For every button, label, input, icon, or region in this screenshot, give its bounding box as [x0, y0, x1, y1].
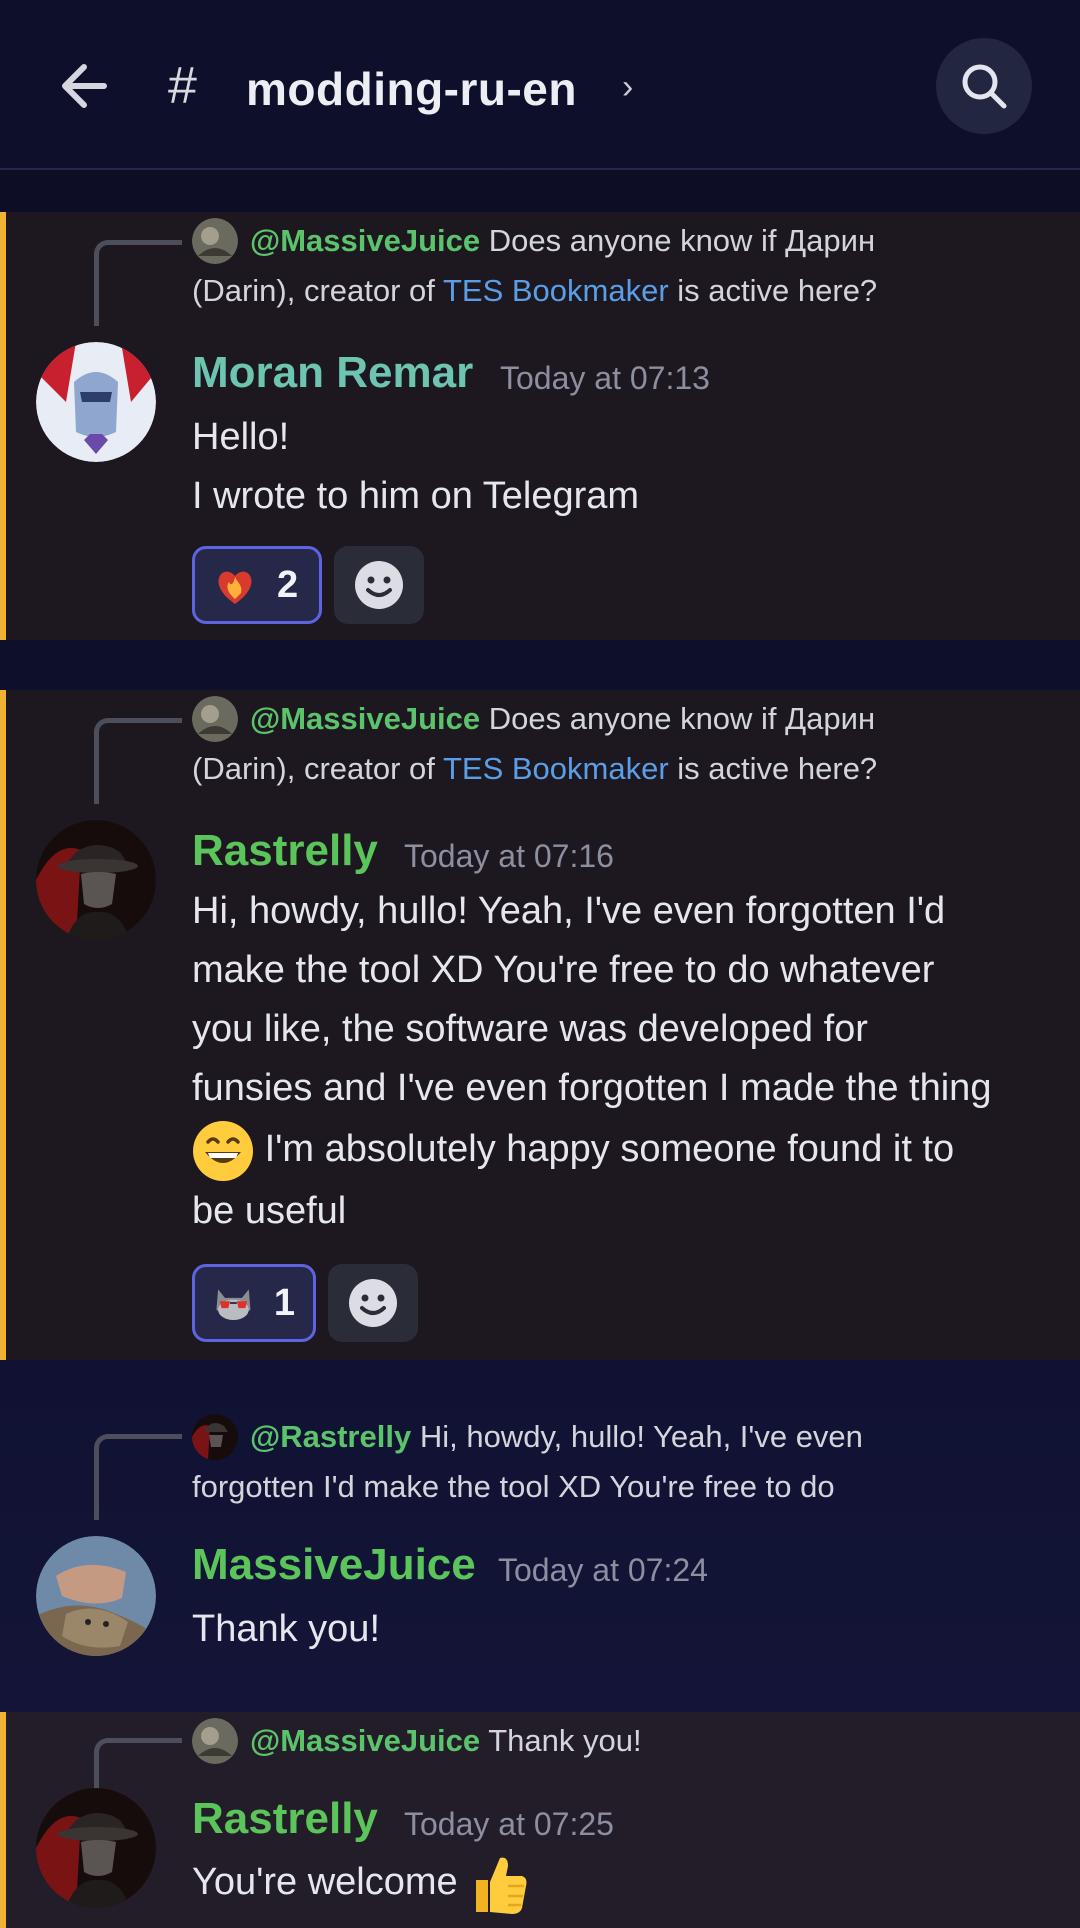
message-line: Hello!: [192, 416, 290, 458]
reply-text-a: Does anyone know if Дарин: [488, 223, 876, 258]
reply-link[interactable]: TES Bookmaker: [443, 751, 669, 786]
reaction-chip[interactable]: 1: [192, 1264, 316, 1342]
message-body: Hello! I wrote to him on Telegram: [192, 408, 1054, 526]
channel-hash-icon: #: [168, 57, 197, 115]
reply-connector: [94, 1434, 182, 1520]
reply-text-c: is active here?: [677, 751, 878, 786]
timestamp: Today at 07:24: [498, 1552, 708, 1588]
message-line: Hi, howdy, hullo! Yeah, I've even forgot…: [192, 890, 946, 932]
add-reaction-button[interactable]: [328, 1264, 418, 1342]
reply-preview[interactable]: @MassiveJuice Thank you!: [192, 1716, 1050, 1766]
chevron-right-icon[interactable]: ›: [622, 68, 633, 107]
cat-sunglasses-icon: [216, 1289, 251, 1321]
reply-mention[interactable]: @MassiveJuice: [250, 701, 480, 736]
search-button[interactable]: [936, 38, 1032, 134]
timestamp: Today at 07:16: [404, 838, 614, 874]
back-arrow-icon: [62, 64, 107, 108]
reply-connector: [94, 718, 182, 804]
avatar[interactable]: [36, 342, 156, 462]
reply-text-b: forgotten I'd make the tool XD You're fr…: [192, 1469, 835, 1504]
reply-preview[interactable]: @Rastrelly Hi, howdy, hullo! Yeah, I've …: [192, 1412, 1050, 1512]
message-line-with-emoji: I'm absolutely happy someone found it to: [192, 1118, 1054, 1182]
message-line: You're welcome: [192, 1861, 458, 1903]
reply-mention[interactable]: @MassiveJuice: [250, 1723, 480, 1758]
reply-mention[interactable]: @MassiveJuice: [250, 223, 480, 258]
message-body: Thank you!: [192, 1600, 1054, 1659]
channel-header: # modding-ru-en ›: [0, 0, 1080, 170]
reply-preview[interactable]: @MassiveJuice Does anyone know if Дарин …: [192, 694, 1050, 794]
author-name[interactable]: MassiveJuice: [192, 1540, 476, 1590]
reply-text-a: Does anyone know if Дарин: [488, 701, 876, 736]
avatar[interactable]: [36, 1788, 156, 1908]
message-line: be useful: [192, 1189, 347, 1232]
message-line: I'm absolutely happy someone found it to: [264, 1128, 955, 1170]
fire-heart-icon: [218, 571, 252, 604]
smiley-icon: [355, 561, 403, 609]
timestamp: Today at 07:25: [404, 1806, 614, 1842]
channel-name[interactable]: modding-ru-en: [246, 62, 577, 116]
reaction-chip[interactable]: 2: [192, 546, 322, 624]
timestamp: Today at 07:13: [500, 360, 710, 396]
message-item[interactable]: @Rastrelly Hi, howdy, hullo! Yeah, I've …: [0, 1408, 1080, 1698]
message-item[interactable]: @MassiveJuice Thank you! Rastrelly Today…: [0, 1712, 1080, 1928]
message-line: Thank you!: [192, 1608, 380, 1650]
thumbs-up-icon: [476, 1857, 527, 1914]
search-icon: [962, 64, 1007, 109]
reply-text-a: Hi, howdy, hullo! Yeah, I've even: [419, 1419, 863, 1454]
chat-screen: # modding-ru-en › @MassiveJuice Does any…: [0, 0, 1080, 1928]
grinning-face-icon: [193, 1120, 253, 1181]
reply-connector: [94, 240, 182, 326]
message-body: Hi, howdy, hullo! Yeah, I've even forgot…: [192, 882, 1054, 1241]
reply-text-b: (Darin), creator of: [192, 751, 435, 786]
message-item[interactable]: @MassiveJuice Does anyone know if Дарин …: [0, 690, 1080, 1360]
message-line: you like, the software was developed for: [192, 1008, 868, 1050]
reply-preview[interactable]: @MassiveJuice Does anyone know if Дарин …: [192, 216, 1050, 316]
author-name[interactable]: Rastrelly: [192, 1794, 378, 1844]
add-reaction-button[interactable]: [334, 546, 424, 624]
avatar[interactable]: [36, 1536, 156, 1656]
message-line: make the tool XD You're free to do whate…: [192, 949, 935, 991]
reply-mention[interactable]: @Rastrelly: [250, 1419, 411, 1454]
reaction-count: 2: [277, 563, 299, 606]
avatar[interactable]: [36, 820, 156, 940]
reply-link[interactable]: TES Bookmaker: [443, 273, 669, 308]
reply-text-a: Thank you!: [488, 1723, 642, 1758]
back-button[interactable]: [48, 50, 120, 122]
message-body: You're welcome: [192, 1850, 1054, 1916]
author-name[interactable]: Rastrelly: [192, 826, 378, 876]
author-name[interactable]: Moran Remar: [192, 348, 473, 398]
reaction-count: 1: [273, 1281, 295, 1324]
message-line: funsies and I've even forgotten I made t…: [192, 1067, 992, 1109]
message-line: I wrote to him on Telegram: [192, 475, 640, 517]
smiley-icon: [349, 1279, 397, 1327]
reply-text-b: (Darin), creator of: [192, 273, 435, 308]
reply-text-c: is active here?: [677, 273, 878, 308]
message-item[interactable]: @MassiveJuice Does anyone know if Дарин …: [0, 212, 1080, 640]
